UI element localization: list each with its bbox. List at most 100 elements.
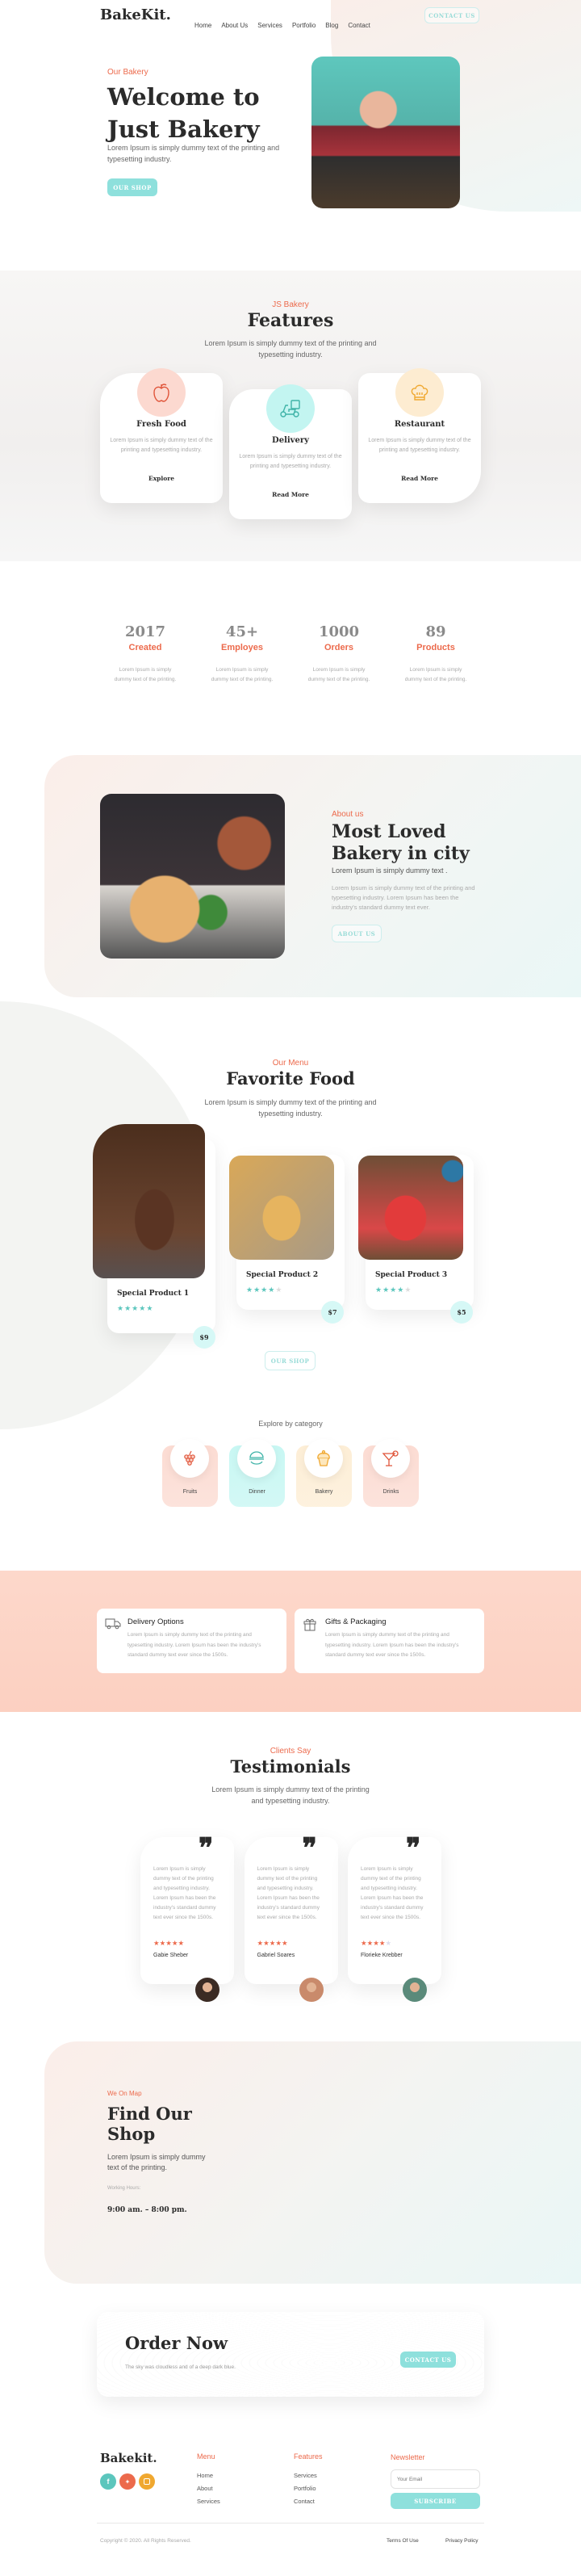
feature-card-text: Lorem Ipsum is simply dummy text of the … <box>110 438 213 453</box>
chef-hat-icon <box>395 368 444 417</box>
hero-title: Welcome to Just Bakery <box>107 81 260 145</box>
star-icon: ★ <box>375 1286 383 1294</box>
feature-card-title: Restaurant <box>394 420 445 429</box>
about-eyebrow: About us <box>332 810 364 819</box>
stat-label: Orders <box>324 643 354 652</box>
map-title-line2: Shop <box>107 2124 156 2144</box>
star-icon: ★ <box>171 1939 178 1947</box>
feature-card-link[interactable]: Read More <box>229 491 352 498</box>
star-icon: ★ <box>361 1939 367 1947</box>
category-tile[interactable]: Dinner <box>229 1439 285 1507</box>
burger-icon <box>237 1439 276 1478</box>
social-links: f ✦ <box>100 2473 155 2490</box>
service-card: Gifts & Packaging Lorem Ipsum is simply d… <box>295 1609 484 1673</box>
footer-features: Services Portfolio Contact <box>294 2469 317 2508</box>
logo[interactable]: BakeKit. <box>100 6 171 23</box>
stat-value: 45+ <box>225 623 259 640</box>
hero-text: Lorem Ipsum is simply dummy text of the … <box>107 144 280 163</box>
category-tile[interactable]: Bakery <box>296 1439 352 1507</box>
footer-link-portfolio[interactable]: Portfolio <box>294 2482 317 2495</box>
service-title: Delivery Options <box>127 1617 184 1626</box>
testimonial-card: ❞ Lorem Ipsum is simply dummy text of the… <box>244 1832 338 2002</box>
apple-icon <box>137 368 186 417</box>
testimonial-name: Gabie Sheber <box>153 1953 189 1958</box>
feature-card-link[interactable]: Read More <box>358 475 481 482</box>
testimonials-title: Testimonials <box>230 1756 351 1777</box>
star-icon: ★ <box>378 1939 386 1947</box>
star-icon: ★ <box>117 1304 125 1312</box>
category-label: Dinner <box>249 1489 265 1495</box>
stat-label: Employes <box>221 643 263 652</box>
main-nav: Home About Us Services Portfolio Blog Contact <box>194 17 380 31</box>
nav-services[interactable]: Services <box>257 22 282 29</box>
feature-card-text: Lorem Ipsum is simply dummy text of the … <box>239 454 342 469</box>
nav-home[interactable]: Home <box>194 22 211 29</box>
terms-link[interactable]: Terms Of Use <box>387 2538 419 2544</box>
about-title-line2: Bakery in city <box>332 843 470 864</box>
star-icon: ★ <box>275 1286 283 1294</box>
star-icon: ★ <box>275 1939 282 1947</box>
privacy-link[interactable]: Privacy Policy <box>445 2538 478 2544</box>
quote-icon: ❞ <box>199 1832 214 1865</box>
testimonial-name: Gabriel Soares <box>257 1953 295 1958</box>
star-icon: ★ <box>124 1304 132 1312</box>
star-icon: ★ <box>261 1286 269 1294</box>
newsletter-title: Newsletter <box>391 2453 425 2461</box>
nav-contact[interactable]: Contact <box>348 22 370 29</box>
order-contact-button[interactable]: CONTACT US <box>400 2352 456 2368</box>
stat-text: Lorem Ipsum is simply dummy text of the … <box>211 667 274 682</box>
instagram-icon[interactable] <box>139 2473 155 2490</box>
map-text: Lorem Ipsum is simply dummy text of the … <box>107 2153 206 2171</box>
testimonials-eyebrow: Clients Say <box>270 1747 311 1756</box>
map-eyebrow: We On Map <box>107 2090 142 2097</box>
feature-card-link[interactable]: Explore <box>100 475 223 482</box>
star-icon: ★ <box>282 1939 288 1947</box>
star-icon: ★ <box>132 1304 140 1312</box>
product-rating: ★★★★★ <box>375 1286 412 1294</box>
avatar <box>299 1978 324 2002</box>
facebook-icon[interactable]: f <box>100 2473 116 2490</box>
testimonial-text: Lorem Ipsum is simply dummy text of the … <box>153 1866 216 1920</box>
contact-us-button[interactable]: CONTACT US <box>424 7 479 23</box>
hero-eyebrow: Our Bakery <box>107 68 148 77</box>
category-tile[interactable]: Fruits <box>162 1439 218 1507</box>
star-icon: ★ <box>257 1939 264 1947</box>
feature-card: Restaurant Lorem Ipsum is simply dummy te… <box>358 368 481 503</box>
feature-card-text: Lorem Ipsum is simply dummy text of the … <box>368 438 471 453</box>
footer-link-services2[interactable]: Services <box>294 2469 317 2482</box>
subscribe-button[interactable]: SUBSCRIBE <box>391 2493 480 2509</box>
stat-label: Products <box>416 643 455 652</box>
star-icon: ★ <box>373 1939 379 1947</box>
nav-portfolio[interactable]: Portfolio <box>292 22 316 29</box>
twitter-icon[interactable]: ✦ <box>119 2473 136 2490</box>
star-icon: ★ <box>404 1286 412 1294</box>
service-card: Delivery Options Lorem Ipsum is simply du… <box>97 1609 286 1673</box>
nav-blog[interactable]: Blog <box>325 22 338 29</box>
footer-logo[interactable]: Bakekit. <box>100 2451 157 2465</box>
footer-link-about[interactable]: About <box>197 2482 220 2495</box>
nav-about[interactable]: About Us <box>221 22 248 29</box>
testimonial-text: Lorem Ipsum is simply dummy text of the … <box>257 1866 320 1920</box>
star-icon: ★ <box>268 1286 276 1294</box>
features-title: Features <box>247 310 334 331</box>
service-text: Lorem Ipsum is simply dummy text of the … <box>325 1632 459 1658</box>
star-icon: ★ <box>382 1286 391 1294</box>
category-tile[interactable]: Drinks <box>363 1439 419 1507</box>
product-rating: ★★★★★ <box>246 1286 282 1294</box>
footer-link-home[interactable]: Home <box>197 2469 220 2482</box>
menu-our-shop-button[interactable]: OUR SHOP <box>265 1351 316 1370</box>
our-shop-button[interactable]: OUR SHOP <box>107 178 157 196</box>
star-icon: ★ <box>385 1939 392 1947</box>
feature-card-title: Fresh Food <box>136 420 186 429</box>
stat-text: Lorem Ipsum is simply dummy text of the … <box>114 667 177 682</box>
product-name: Special Product 2 <box>246 1271 319 1279</box>
stat-text: Lorem Ipsum is simply dummy text of the … <box>404 667 467 682</box>
newsletter-email-input[interactable] <box>391 2469 480 2489</box>
testimonial-text: Lorem Ipsum is simply dummy text of the … <box>361 1866 424 1920</box>
about-us-button[interactable]: ABOUT US <box>332 925 382 942</box>
star-icon: ★ <box>139 1304 147 1312</box>
star-icon: ★ <box>246 1286 254 1294</box>
menu-title: Favorite Food <box>226 1068 355 1089</box>
footer-link-contact[interactable]: Contact <box>294 2495 317 2508</box>
footer-link-services[interactable]: Services <box>197 2495 220 2508</box>
